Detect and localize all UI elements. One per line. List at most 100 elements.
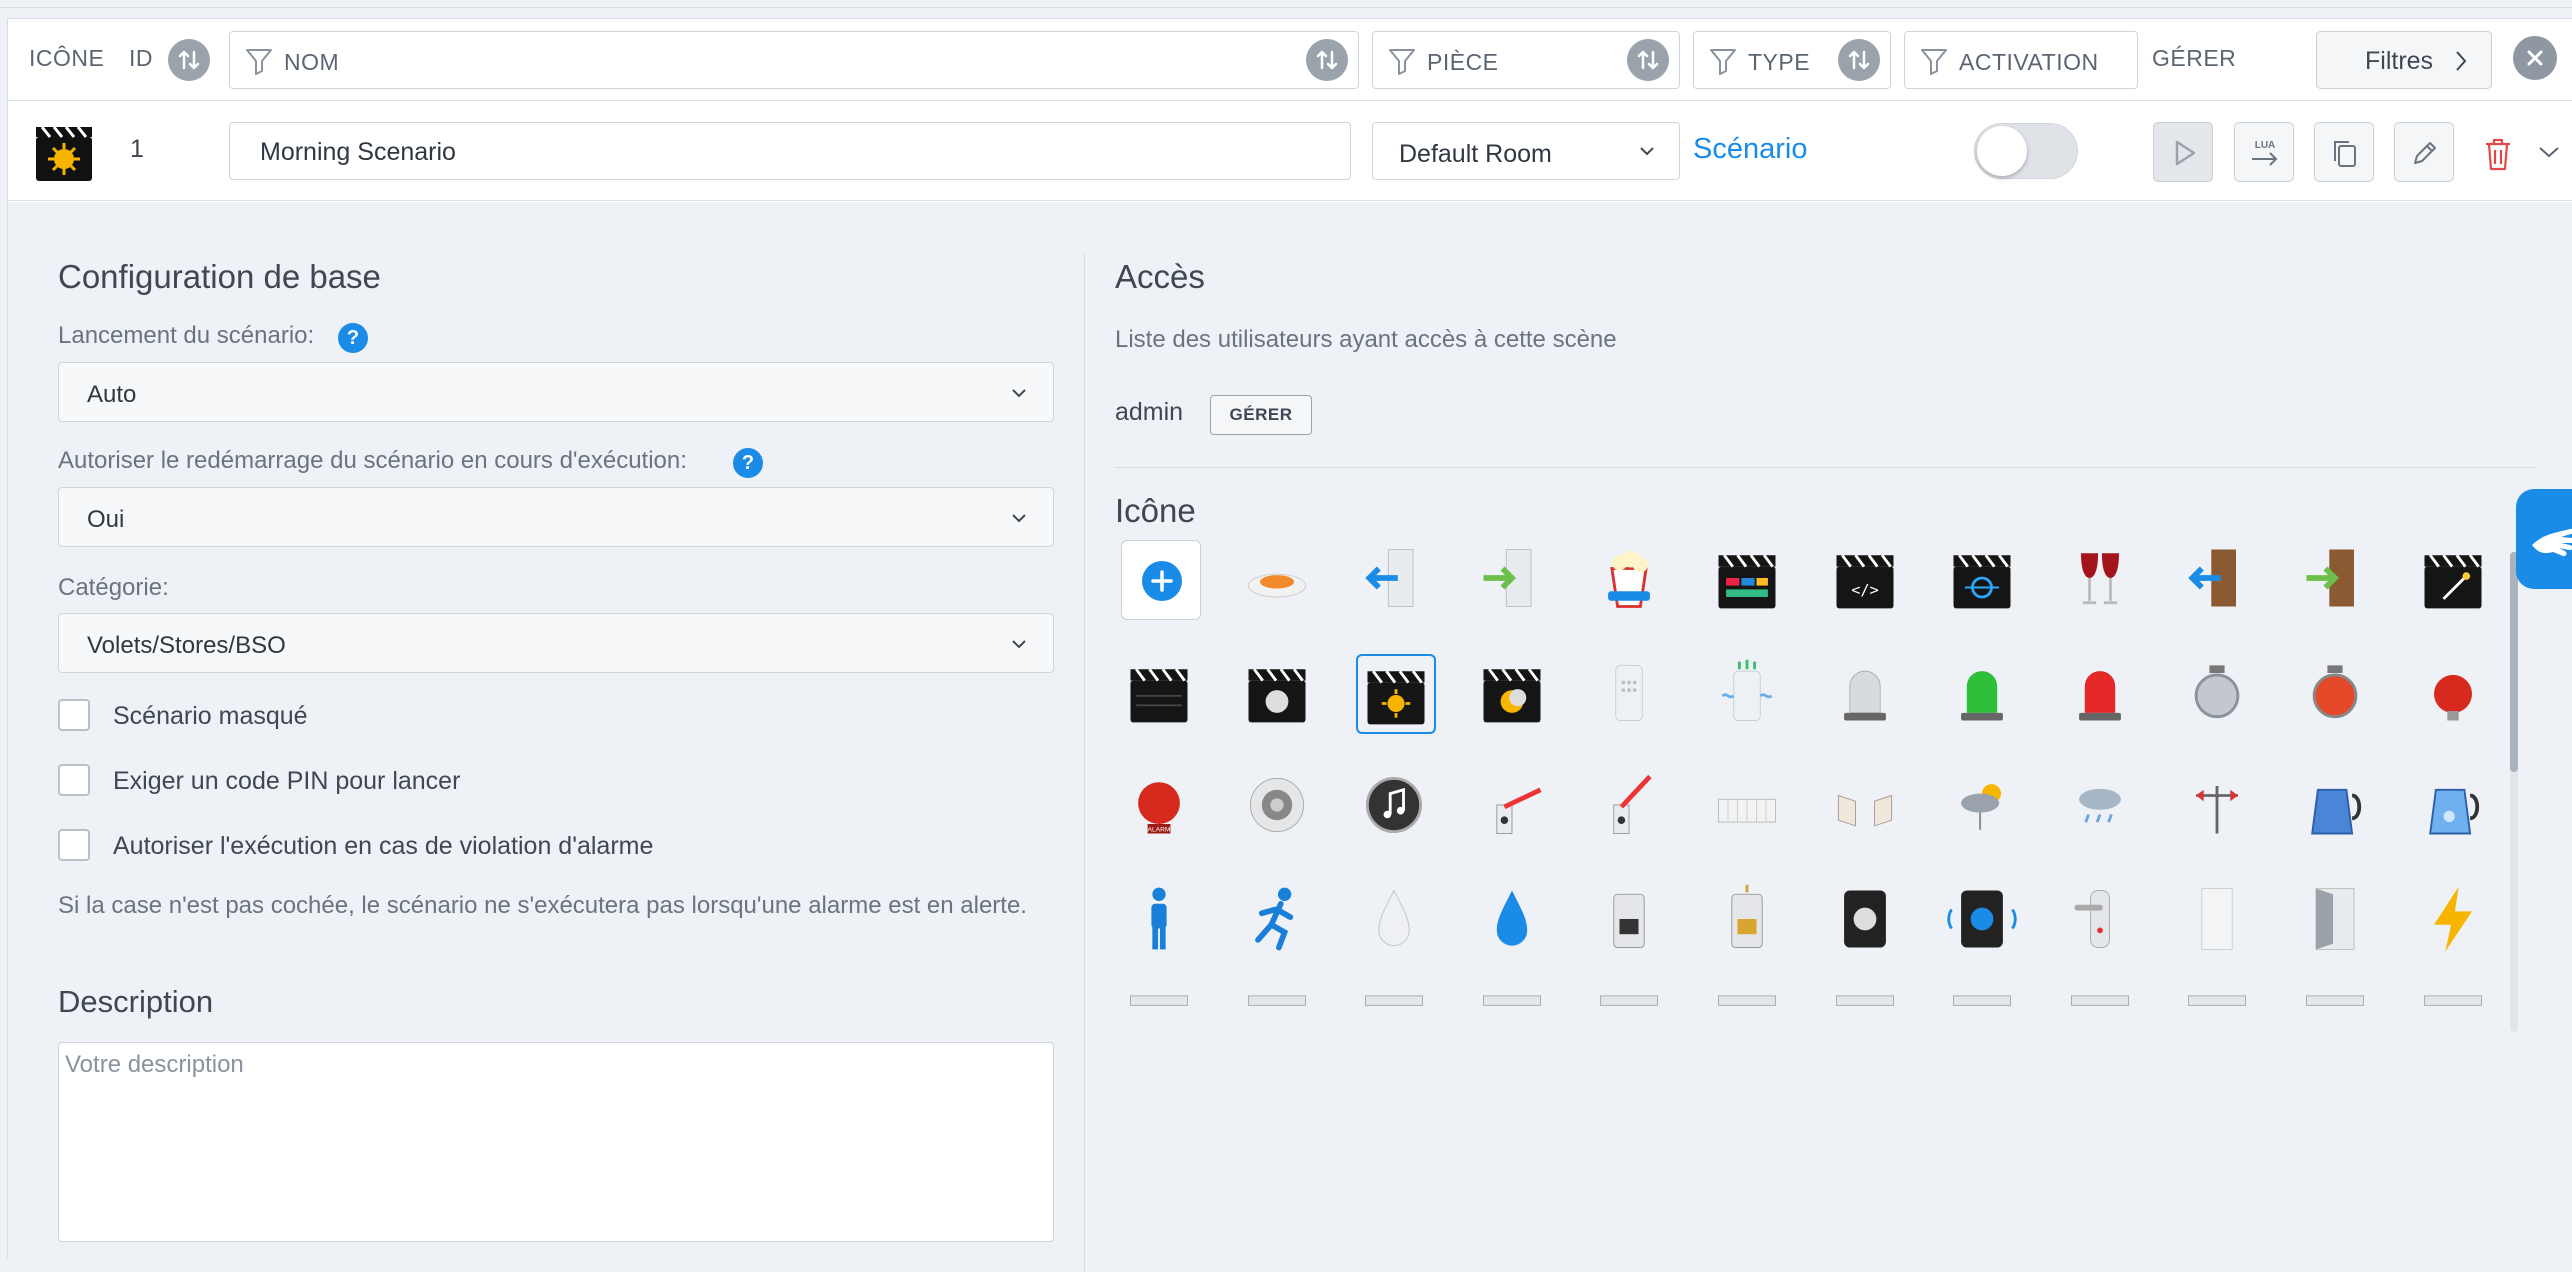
barrier-gate-open-icon[interactable] bbox=[1591, 767, 1671, 847]
music-speaker-icon[interactable] bbox=[1356, 767, 1436, 847]
alarm-violation-checkbox[interactable] bbox=[58, 829, 90, 861]
edit-button[interactable] bbox=[2394, 122, 2454, 182]
door-white-icon[interactable] bbox=[2179, 881, 2259, 961]
type-filter-label: TYPE bbox=[1748, 49, 1811, 75]
air-purifier-icon[interactable] bbox=[1591, 654, 1671, 734]
door-exit-left-icon[interactable] bbox=[1356, 540, 1436, 620]
bell-red-icon[interactable] bbox=[2297, 654, 2377, 734]
drop-white-icon[interactable] bbox=[1356, 881, 1436, 961]
food-plate-icon[interactable] bbox=[1239, 540, 1319, 620]
clapper-sun-icon[interactable] bbox=[1356, 653, 1437, 734]
restart-select[interactable]: Oui bbox=[58, 487, 1054, 547]
scenario-name-input[interactable]: Morning Scenario bbox=[229, 122, 1351, 180]
beacon-grey-icon[interactable] bbox=[1827, 654, 1907, 734]
coffee-machine-active-icon[interactable] bbox=[1709, 881, 1789, 961]
person-standing-icon[interactable] bbox=[1121, 881, 1201, 961]
door-enter-right-icon[interactable] bbox=[1474, 540, 1554, 620]
blind-icon[interactable] bbox=[2179, 994, 2259, 1027]
clapper-moon-icon[interactable] bbox=[1239, 654, 1319, 734]
drop-blue-icon[interactable] bbox=[1474, 881, 1554, 961]
bell-alarm-red-icon[interactable] bbox=[2415, 654, 2495, 734]
gate-open-icon[interactable] bbox=[1827, 767, 1907, 847]
blind-icon[interactable] bbox=[1474, 994, 1554, 1027]
speaker-icon[interactable] bbox=[1239, 767, 1319, 847]
pin-required-label: Exiger un code PIN pour lancer bbox=[113, 767, 461, 795]
manage-access-button[interactable]: GÉRER bbox=[1210, 395, 1312, 435]
scrollbar-thumb[interactable] bbox=[2510, 552, 2518, 772]
doorbell-icon[interactable] bbox=[1827, 881, 1907, 961]
activation-toggle[interactable] bbox=[1974, 123, 2078, 179]
hand-pointer-icon bbox=[2532, 528, 2572, 557]
door-open-icon[interactable] bbox=[2297, 881, 2377, 961]
wine-glasses-icon[interactable] bbox=[2062, 540, 2142, 620]
help-icon[interactable]: ? bbox=[733, 448, 763, 478]
gate-closed-icon[interactable] bbox=[1709, 767, 1789, 847]
beacon-red-icon[interactable] bbox=[2062, 654, 2142, 734]
room-filter[interactable]: PIÈCE bbox=[1372, 31, 1680, 89]
launch-select-value: Auto bbox=[87, 381, 137, 408]
kettle-active-icon[interactable] bbox=[2415, 767, 2495, 847]
add-icon[interactable] bbox=[1121, 540, 1201, 620]
name-filter[interactable]: NOM bbox=[229, 31, 1359, 89]
icon-title: Icône bbox=[1115, 492, 1196, 529]
trash-icon[interactable] bbox=[2482, 136, 2514, 172]
duplicate-button[interactable] bbox=[2314, 122, 2374, 182]
barrier-gate-icon[interactable] bbox=[1474, 767, 1554, 847]
wood-door-enter-icon[interactable] bbox=[2297, 540, 2377, 620]
person-running-icon[interactable] bbox=[1239, 881, 1319, 961]
type-filter[interactable]: TYPE bbox=[1693, 31, 1891, 89]
door-handle-icon[interactable] bbox=[2062, 881, 2142, 961]
filters-button[interactable]: Filtres bbox=[2316, 31, 2492, 89]
beacon-green-icon[interactable] bbox=[1944, 654, 2024, 734]
clapper-network-icon[interactable] bbox=[1944, 540, 2024, 620]
room-select[interactable]: Default Room bbox=[1372, 122, 1680, 180]
description-textarea[interactable]: Votre description bbox=[58, 1042, 1054, 1242]
clapper-magic-icon[interactable] bbox=[2415, 540, 2495, 620]
help-icon[interactable]: ? bbox=[338, 323, 368, 353]
blind-icon[interactable] bbox=[1709, 994, 1789, 1027]
blind-icon[interactable] bbox=[1944, 994, 2024, 1027]
launch-select[interactable]: Auto bbox=[58, 362, 1054, 422]
kettle-icon[interactable] bbox=[2297, 767, 2377, 847]
blind-icon[interactable] bbox=[1121, 994, 1201, 1027]
scenario-type-link[interactable]: Scénario bbox=[1693, 133, 1807, 166]
close-icon[interactable] bbox=[2513, 36, 2557, 80]
blind-icon[interactable] bbox=[2297, 994, 2377, 1027]
sort-id-icon[interactable] bbox=[168, 39, 210, 81]
blind-icon[interactable] bbox=[1827, 994, 1907, 1027]
convert-lua-button[interactable]: LUA bbox=[2234, 122, 2294, 182]
icon-scrollbar[interactable] bbox=[2510, 552, 2518, 1032]
alarm-violation-label: Autoriser l'exécution en cas de violatio… bbox=[113, 832, 654, 860]
category-select[interactable]: Volets/Stores/BSO bbox=[58, 613, 1054, 673]
hidden-scenario-checkbox[interactable] bbox=[58, 699, 90, 731]
alarm-siren-icon[interactable]: ALARM bbox=[1121, 767, 1201, 847]
clapper-code-icon[interactable]: </> bbox=[1827, 540, 1907, 620]
clapper-sun-moon-icon[interactable] bbox=[1474, 654, 1554, 734]
blind-icon[interactable] bbox=[2415, 994, 2495, 1027]
side-help-tab[interactable] bbox=[2516, 489, 2572, 589]
wood-door-exit-icon[interactable] bbox=[2179, 540, 2259, 620]
pin-required-checkbox[interactable] bbox=[58, 764, 90, 796]
blind-icon[interactable] bbox=[2062, 994, 2142, 1027]
bell-grey-icon[interactable] bbox=[2179, 654, 2259, 734]
sort-room-icon[interactable] bbox=[1627, 39, 1669, 81]
popcorn-icon[interactable] bbox=[1591, 540, 1671, 620]
chevron-down-icon[interactable] bbox=[2538, 145, 2560, 159]
clapper-plain-icon[interactable] bbox=[1121, 654, 1201, 734]
sort-type-icon[interactable] bbox=[1838, 39, 1880, 81]
copy-icon bbox=[2334, 141, 2356, 167]
wind-vane-icon[interactable] bbox=[2179, 767, 2259, 847]
blind-icon[interactable] bbox=[1239, 994, 1319, 1027]
blind-icon[interactable] bbox=[1591, 994, 1671, 1027]
clapper-color-bars-icon[interactable] bbox=[1709, 540, 1789, 620]
activation-filter[interactable]: ACTIVATION bbox=[1904, 31, 2138, 89]
blind-icon[interactable] bbox=[1356, 994, 1436, 1027]
sort-name-icon[interactable] bbox=[1306, 39, 1348, 81]
run-button[interactable] bbox=[2153, 122, 2213, 182]
coffee-machine-icon[interactable] bbox=[1591, 881, 1671, 961]
weather-sun-cloud-icon[interactable] bbox=[1944, 767, 2024, 847]
lightning-icon[interactable] bbox=[2415, 881, 2495, 961]
air-purifier-active-icon[interactable] bbox=[1709, 654, 1789, 734]
doorbell-active-icon[interactable] bbox=[1944, 881, 2024, 961]
weather-rain-icon[interactable] bbox=[2062, 767, 2142, 847]
